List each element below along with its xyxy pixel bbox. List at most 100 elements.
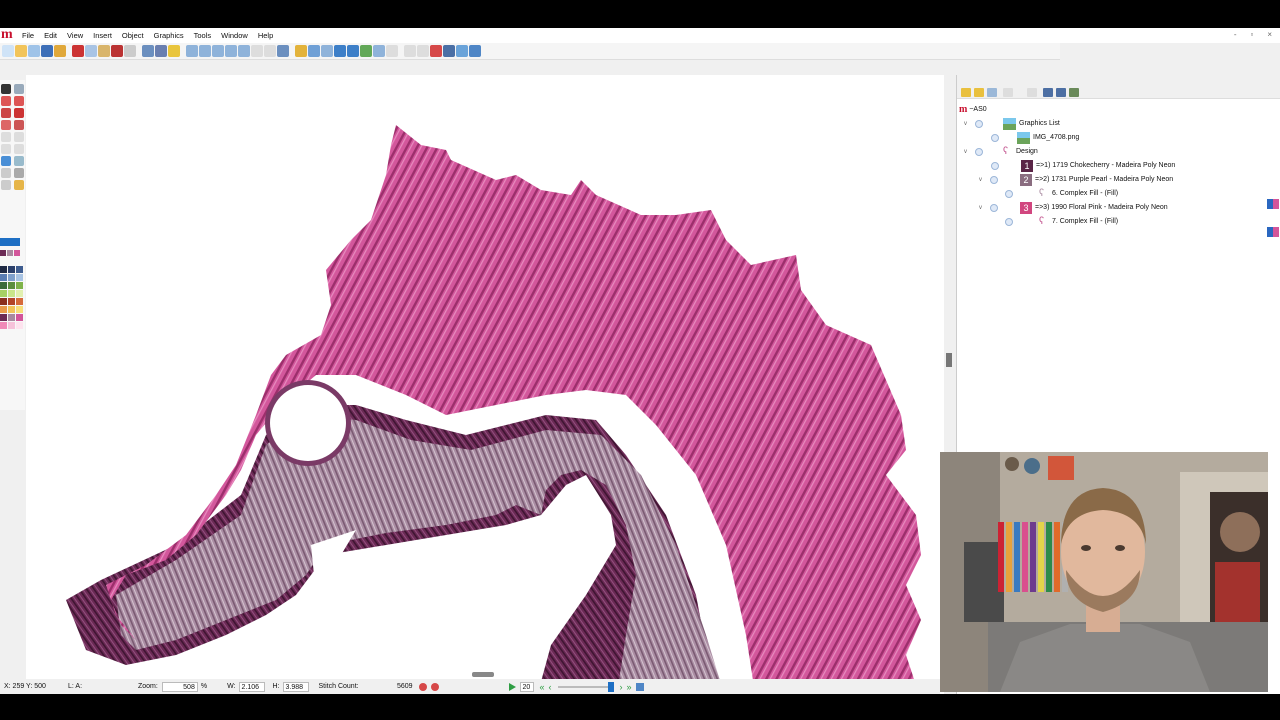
palette-swatch[interactable] bbox=[8, 298, 15, 305]
zoom-previous-icon[interactable] bbox=[251, 45, 263, 57]
tree-item-object-7[interactable]: ʕ 7. Complex Fill - (Fill) bbox=[1005, 215, 1118, 228]
measure-icon[interactable] bbox=[295, 45, 307, 57]
pan-icon[interactable] bbox=[277, 45, 289, 57]
open-folder-icon[interactable] bbox=[15, 45, 27, 57]
menu-tools[interactable]: Tools bbox=[189, 31, 217, 40]
palette-swatch[interactable] bbox=[16, 306, 23, 313]
print-icon[interactable] bbox=[54, 45, 66, 57]
collapse-caret-icon[interactable]: v bbox=[964, 149, 972, 155]
transform-icon[interactable] bbox=[443, 45, 455, 57]
visibility-icon[interactable] bbox=[990, 175, 998, 184]
thread-swatch-2[interactable] bbox=[7, 250, 13, 256]
visibility-icon[interactable] bbox=[975, 119, 983, 128]
zoom-input[interactable]: 508 bbox=[161, 681, 198, 692]
visibility-icon[interactable] bbox=[1005, 217, 1013, 226]
palette-swatch[interactable] bbox=[0, 290, 7, 297]
visibility-icon[interactable] bbox=[975, 147, 983, 156]
width-input[interactable]: 2.106 bbox=[238, 681, 265, 692]
collapse-caret-icon[interactable]: v bbox=[964, 121, 972, 127]
cut-icon[interactable] bbox=[72, 45, 84, 57]
tree-root[interactable]: m ~AS0 bbox=[959, 103, 987, 116]
view-list-icon[interactable] bbox=[987, 88, 997, 97]
menu-object[interactable]: Object bbox=[117, 31, 149, 40]
color-change-icon[interactable] bbox=[1267, 227, 1279, 237]
stop-icon[interactable] bbox=[418, 682, 427, 691]
tree-item-color-3[interactable]: v 3 =>3) 1990 Floral Pink - Madeira Poly… bbox=[979, 201, 1168, 214]
stitch-edit-icon[interactable] bbox=[1, 180, 11, 190]
palette-swatch[interactable] bbox=[0, 282, 7, 289]
palette-swatch[interactable] bbox=[16, 266, 23, 273]
minimize-button[interactable]: - bbox=[1234, 30, 1237, 39]
color-change-icon[interactable] bbox=[1267, 199, 1279, 209]
view-stitches-icon[interactable] bbox=[334, 45, 346, 57]
line-tool-icon[interactable] bbox=[14, 84, 24, 94]
folder-icon[interactable] bbox=[961, 88, 971, 97]
knife-icon[interactable] bbox=[14, 96, 24, 106]
menu-file[interactable]: File bbox=[17, 31, 39, 40]
view-graphics-icon[interactable] bbox=[360, 45, 372, 57]
design-canvas[interactable] bbox=[26, 75, 944, 694]
hoop-icon[interactable] bbox=[321, 45, 333, 57]
select-arrow-icon[interactable] bbox=[1, 84, 11, 94]
canvas-horizontal-scrollbar-thumb[interactable] bbox=[472, 672, 494, 677]
tree-item-design[interactable]: v ʕ Design bbox=[964, 145, 1038, 158]
tree-item-color-1[interactable]: 1 =>1) 1719 Chokecherry - Madeira Poly N… bbox=[991, 159, 1175, 172]
palette-swatch[interactable] bbox=[16, 274, 23, 281]
fast-forward-icon[interactable]: » bbox=[627, 682, 632, 692]
slow-redraw-icon[interactable] bbox=[430, 45, 442, 57]
tree-item-image[interactable]: IMG_4708.png bbox=[991, 131, 1079, 144]
stitch-slider-thumb[interactable] bbox=[607, 681, 614, 692]
expand-icon[interactable] bbox=[1043, 88, 1053, 97]
current-color-swatch[interactable] bbox=[0, 238, 20, 246]
view-points-icon[interactable] bbox=[386, 45, 398, 57]
palette-swatch[interactable] bbox=[0, 266, 7, 273]
view-outlines-icon[interactable] bbox=[373, 45, 385, 57]
monogram-icon[interactable] bbox=[1, 108, 11, 118]
new-file-icon[interactable] bbox=[2, 45, 14, 57]
palette-swatch[interactable] bbox=[8, 282, 15, 289]
shape-tool-icon[interactable] bbox=[14, 156, 24, 166]
view-3d-icon[interactable] bbox=[347, 45, 359, 57]
menu-window[interactable]: Window bbox=[216, 31, 253, 40]
save-icon[interactable] bbox=[41, 45, 53, 57]
zoom-selection-icon[interactable] bbox=[225, 45, 237, 57]
stitch-end-icon[interactable] bbox=[635, 682, 644, 691]
visibility-icon[interactable] bbox=[991, 161, 999, 170]
menu-view[interactable]: View bbox=[62, 31, 88, 40]
thread-swatch-1[interactable] bbox=[0, 250, 6, 256]
close-button[interactable]: × bbox=[1267, 30, 1272, 39]
split-tool-icon[interactable] bbox=[1, 168, 11, 178]
palette-swatch[interactable] bbox=[8, 266, 15, 273]
collapse-caret-icon[interactable]: v bbox=[979, 205, 987, 211]
menu-help[interactable]: Help bbox=[253, 31, 278, 40]
play-icon[interactable] bbox=[508, 682, 516, 691]
stitch-slider-track[interactable] bbox=[557, 685, 608, 688]
appliqué-icon[interactable] bbox=[1, 120, 11, 130]
palette-swatch[interactable] bbox=[8, 314, 15, 321]
zoom-fit-icon[interactable] bbox=[212, 45, 224, 57]
zoom-window-icon[interactable] bbox=[238, 45, 250, 57]
zoom-out-icon[interactable] bbox=[199, 45, 211, 57]
palette-swatch[interactable] bbox=[16, 322, 23, 329]
step-back-icon[interactable]: ‹ bbox=[549, 682, 552, 692]
grid-icon[interactable] bbox=[308, 45, 320, 57]
stitch-player-icon[interactable] bbox=[456, 45, 468, 57]
palette-swatch[interactable] bbox=[0, 322, 7, 329]
menu-insert[interactable]: Insert bbox=[88, 31, 117, 40]
visibility-icon[interactable] bbox=[990, 203, 998, 212]
help-icon[interactable] bbox=[168, 45, 180, 57]
visibility-icon[interactable] bbox=[1005, 189, 1013, 198]
tree-item-color-2[interactable]: v 2 =>2) 1731 Purple Pearl - Madeira Pol… bbox=[979, 173, 1173, 186]
node-tool-icon[interactable] bbox=[14, 168, 24, 178]
palette-swatch[interactable] bbox=[8, 274, 15, 281]
text-tool-icon[interactable] bbox=[14, 108, 24, 118]
eraser-icon[interactable] bbox=[1, 96, 11, 106]
palette-swatch[interactable] bbox=[16, 282, 23, 289]
undo-icon[interactable] bbox=[111, 45, 123, 57]
redo-icon[interactable] bbox=[124, 45, 136, 57]
settings-icon[interactable] bbox=[155, 45, 167, 57]
open-recent-icon[interactable] bbox=[28, 45, 40, 57]
tree-item-graphics-list[interactable]: v Graphics List bbox=[964, 117, 1060, 130]
zoom-actual-icon[interactable] bbox=[264, 45, 276, 57]
palette-swatch[interactable] bbox=[0, 298, 7, 305]
